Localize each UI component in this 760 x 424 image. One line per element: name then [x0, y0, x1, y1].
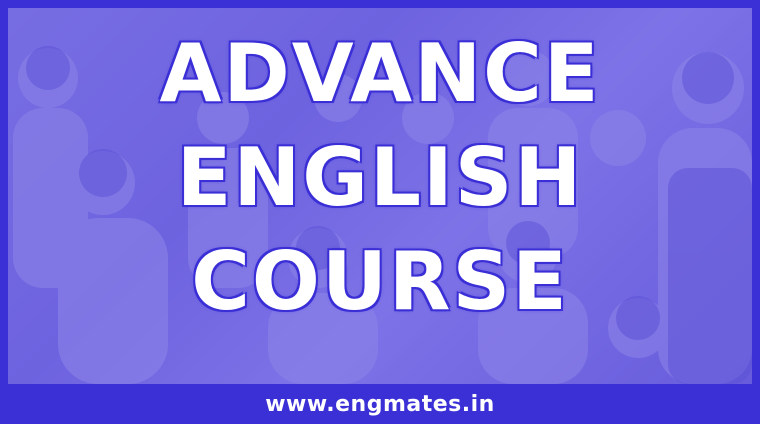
footer-bar: www.engmates.in — [0, 384, 760, 424]
course-banner: ADVANCE ENGLISH COURSE www.engmates.in — [0, 0, 760, 424]
title-line-advance: ADVANCE — [159, 27, 601, 120]
course-title: ADVANCE ENGLISH COURSE — [8, 22, 752, 334]
group-photo-background: ADVANCE ENGLISH COURSE — [8, 8, 752, 384]
title-line-english: ENGLISH — [176, 131, 584, 224]
website-url[interactable]: www.engmates.in — [265, 392, 495, 417]
title-line-course: COURSE — [191, 235, 569, 328]
